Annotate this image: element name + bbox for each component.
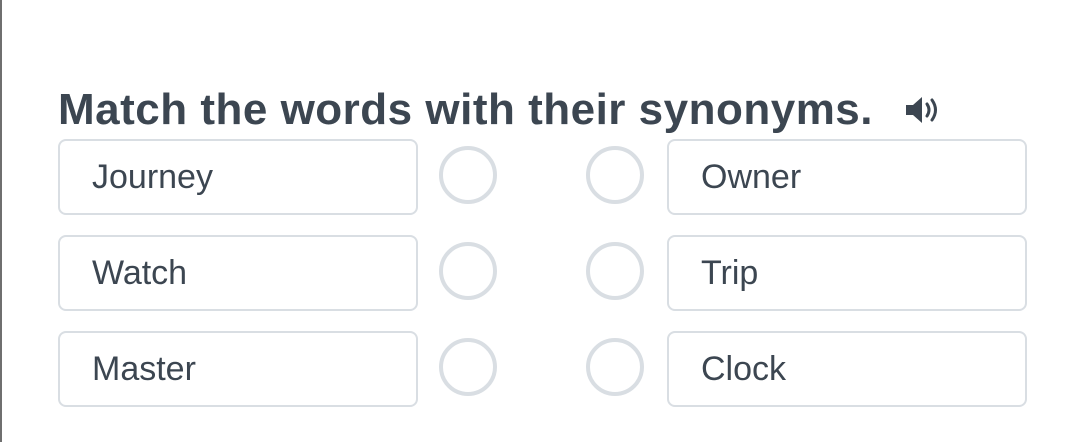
left-word-card[interactable]: Journey <box>58 139 418 215</box>
match-row: Master Clock <box>58 331 1030 409</box>
right-word-card[interactable]: Owner <box>667 139 1027 215</box>
right-connector-circle[interactable] <box>586 242 644 300</box>
left-word-card[interactable]: Master <box>58 331 418 407</box>
instruction-row: Match the words with their synonyms. <box>58 80 945 140</box>
instruction-title: Match the words with their synonyms. <box>58 85 874 134</box>
left-word-card[interactable]: Watch <box>58 235 418 311</box>
right-word-card[interactable]: Clock <box>667 331 1027 407</box>
exercise-panel: Match the words with their synonyms. Jou… <box>0 0 1080 442</box>
left-connector-circle[interactable] <box>439 242 497 300</box>
right-connector-circle[interactable] <box>586 146 644 204</box>
match-row: Watch Trip <box>58 235 1030 313</box>
match-row: Journey Owner <box>58 139 1030 217</box>
left-connector-circle[interactable] <box>439 146 497 204</box>
match-rows: Journey Owner Watch Trip Master Clock <box>58 139 1030 427</box>
speaker-icon[interactable] <box>901 88 945 132</box>
left-connector-circle[interactable] <box>439 338 497 396</box>
right-connector-circle[interactable] <box>586 338 644 396</box>
right-word-card[interactable]: Trip <box>667 235 1027 311</box>
